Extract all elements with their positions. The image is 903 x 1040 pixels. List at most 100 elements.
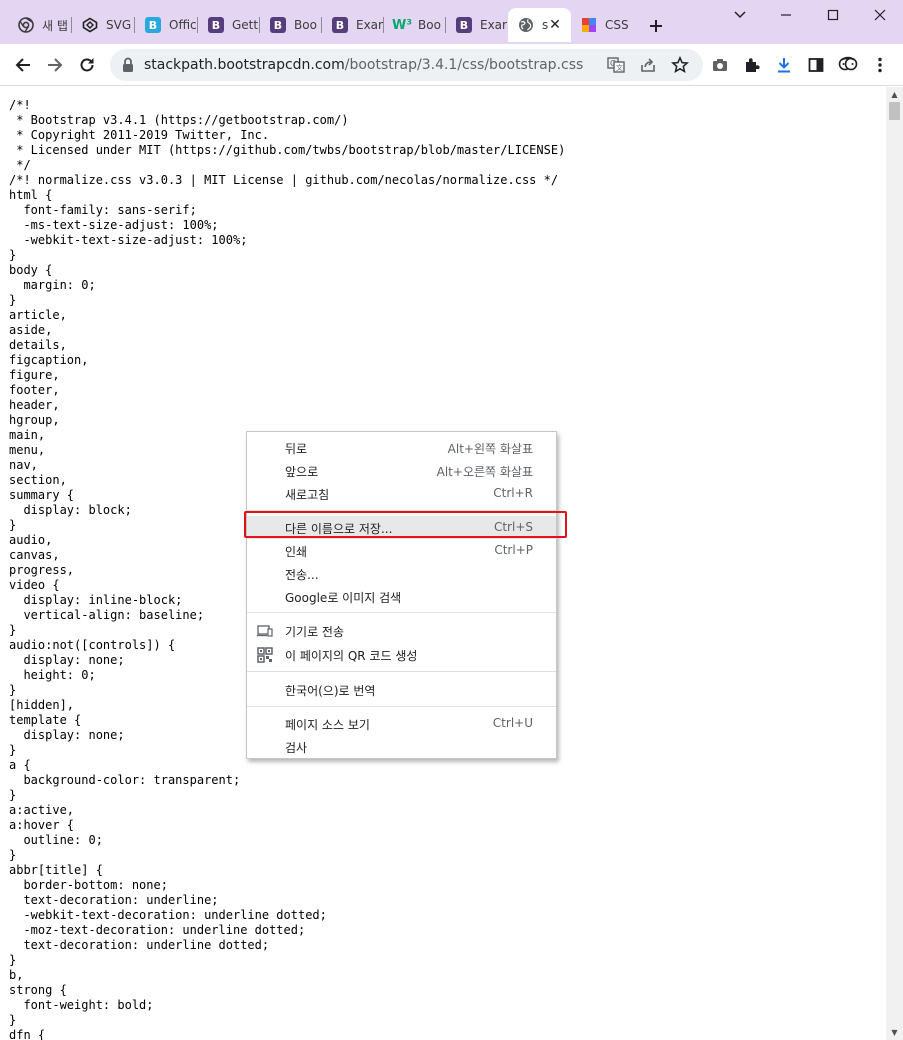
menu-item-back[interactable]: 뒤로 Alt+왼쪽 화살표 [247, 436, 556, 459]
menu-item-inspect[interactable]: 검사 [247, 735, 556, 758]
minimize-button[interactable] [763, 0, 809, 30]
context-menu: 뒤로 Alt+왼쪽 화살표 앞으로 Alt+오른쪽 화살표 새로고침 Ctrl+… [246, 431, 557, 759]
camera-extension-button[interactable] [704, 49, 736, 81]
reload-button[interactable] [71, 49, 103, 81]
tab-getting-started[interactable]: B Gett [198, 8, 260, 42]
scrollbar-thumb[interactable] [889, 102, 900, 120]
lock-icon [121, 57, 135, 77]
menu-item-label: 이 페이지의 QR 코드 생성 [285, 649, 418, 663]
tab-bootstrap[interactable]: B Boo [260, 8, 322, 42]
side-panel-icon [808, 58, 824, 72]
tab-css[interactable]: CSS [571, 8, 635, 42]
tab-title: Boo [294, 18, 317, 32]
code-line: -ms-text-size-adjust: 100%; [9, 218, 219, 232]
menu-separator [247, 612, 556, 613]
code-line: font-weight: bold; [9, 998, 154, 1012]
profile-button[interactable] [832, 49, 864, 81]
bootstrap-purple-icon: B [270, 17, 286, 33]
code-line: } [9, 788, 17, 802]
browser-toolbar: stackpath.bootstrapcdn.com/bootstrap/3.4… [0, 44, 903, 86]
arrow-left-icon [15, 58, 30, 72]
code-line: figure, [9, 368, 60, 382]
code-line: */ [9, 158, 31, 172]
menu-item-shortcut: Ctrl+U [492, 716, 533, 730]
menu-item-label: 전송... [285, 568, 319, 582]
code-line: b, [9, 968, 24, 982]
extensions-button[interactable] [736, 49, 768, 81]
bootstrap-purple-icon: B [332, 17, 348, 33]
menu-item-send-to-devices[interactable]: 기기로 전송 [247, 619, 556, 642]
tab-examples[interactable]: B Exar [322, 8, 384, 42]
scroll-down-arrow-icon[interactable]: ▼ [886, 1026, 903, 1040]
code-line: dfn { [9, 1028, 46, 1040]
minimize-icon [781, 14, 791, 16]
bootstrap-purple-icon: B [208, 17, 224, 33]
side-panel-button[interactable] [800, 49, 832, 81]
tab-active-bootstrap-css[interactable]: s ✕ [508, 8, 571, 42]
more-vert-icon [878, 57, 882, 73]
forward-button[interactable] [39, 49, 71, 81]
code-line: font-family: sans-serif; [9, 203, 197, 217]
tab-title: 새 탭 [42, 18, 68, 33]
code-line: figcaption, [9, 353, 89, 367]
scroll-up-arrow-icon[interactable]: ▲ [886, 87, 903, 101]
menu-item-print[interactable]: 인쇄 Ctrl+P [247, 539, 556, 562]
plus-icon [650, 20, 662, 32]
menu-item-view-source[interactable]: 페이지 소스 보기 Ctrl+U [247, 712, 556, 735]
code-line: } [9, 248, 17, 262]
code-line: -moz-text-decoration: underline dotted; [9, 923, 306, 937]
svg-text:文: 文 [616, 63, 623, 72]
code-line: a:hover { [9, 818, 75, 832]
menu-item-shortcut: Ctrl+P [494, 543, 533, 557]
code-line: * Copyright 2011-2019 Twitter, Inc. [9, 128, 270, 142]
back-button[interactable] [7, 49, 39, 81]
menu-item-search-image-google[interactable]: Google로 이미지 검색 [247, 585, 556, 608]
share-icon[interactable] [639, 56, 657, 74]
devices-icon [257, 623, 273, 639]
bootstrap-blue-icon: B [145, 17, 161, 33]
code-line: text-decoration: underline dotted; [9, 938, 270, 952]
code-line: aside, [9, 323, 53, 337]
tab-title: SVG [106, 18, 132, 32]
tab-title: CSS [605, 18, 629, 32]
close-window-button[interactable] [857, 0, 903, 30]
menu-item-label: 뒤로 [285, 442, 308, 456]
close-tab-icon[interactable]: ✕ [547, 17, 563, 33]
maximize-icon [827, 9, 839, 21]
tab-official[interactable]: B Offic [135, 8, 198, 42]
translate-icon[interactable]: G文 [607, 56, 625, 74]
tab-examples-2[interactable]: B Exar [446, 8, 508, 42]
highlight-annotation-box [244, 511, 567, 538]
menu-item-label: Google로 이미지 검색 [285, 591, 402, 605]
code-line: -webkit-text-decoration: underline dotte… [9, 908, 327, 922]
address-bar[interactable]: stackpath.bootstrapcdn.com/bootstrap/3.4… [110, 49, 703, 81]
tab-svg[interactable]: SVG [72, 8, 135, 42]
globe-icon [518, 17, 534, 33]
tab-title: Gett [232, 18, 259, 32]
downloads-button[interactable] [768, 49, 800, 81]
menu-item-qr-code[interactable]: 이 페이지의 QR 코드 생성 [247, 643, 556, 666]
tab-new-tab[interactable]: 새 탭 [8, 8, 72, 42]
code-line: body { [9, 263, 53, 277]
menu-item-label: 한국어(으)로 번역 [285, 684, 376, 698]
bootstrap-purple-icon: B [456, 17, 472, 33]
chrome-menu-button[interactable] [864, 49, 896, 81]
menu-item-label: 검사 [285, 741, 308, 755]
new-tab-button[interactable] [642, 12, 670, 40]
menu-item-reload[interactable]: 새로고침 Ctrl+R [247, 482, 556, 505]
reload-icon [80, 58, 94, 72]
menu-separator [247, 671, 556, 672]
menu-item-cast[interactable]: 전송... [247, 562, 556, 585]
code-line: html { [9, 188, 53, 202]
menu-item-shortcut: Alt+왼쪽 화살표 [447, 442, 533, 456]
camera-icon [713, 59, 727, 71]
code-line: article, [9, 308, 67, 322]
tab-search-button[interactable] [717, 0, 763, 30]
tab-w3schools-bootstrap[interactable]: W³ Boo [384, 8, 446, 42]
bookmark-star-icon[interactable] [671, 56, 689, 74]
arrow-right-icon [48, 58, 63, 72]
menu-item-translate[interactable]: 한국어(으)로 번역 [247, 678, 556, 701]
vertical-scrollbar[interactable]: ▲ ▼ [886, 87, 903, 1040]
maximize-button[interactable] [810, 0, 856, 30]
menu-item-forward[interactable]: 앞으로 Alt+오른쪽 화살표 [247, 459, 556, 482]
